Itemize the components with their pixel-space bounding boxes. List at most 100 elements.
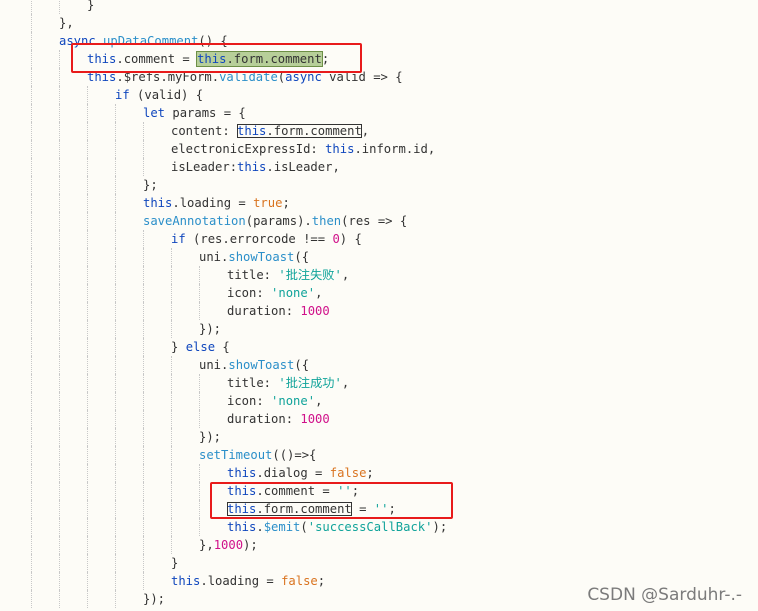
code-line[interactable]: this.$emit('successCallBack'); (0, 518, 758, 536)
indent-guide (31, 266, 32, 284)
code-line[interactable]: } (0, 554, 758, 572)
indent-guide (143, 500, 144, 518)
indent-guide (31, 248, 32, 266)
code-token: isLeader: (171, 160, 238, 174)
code-line[interactable]: title: '批注成功', (0, 374, 758, 392)
indent-guide (143, 518, 144, 536)
indent-guide (199, 302, 200, 320)
indent-guide (59, 392, 60, 410)
indent-guide (199, 482, 200, 500)
indent-guide (59, 572, 60, 590)
indent-guide (115, 500, 116, 518)
code-editor[interactable]: }}, async upDataComment() {this.comment =… (0, 0, 758, 611)
code-line[interactable]: electronicExpressId: this.inform.id, (0, 140, 758, 158)
code-token: ({ (294, 358, 310, 372)
indent-guide (31, 482, 32, 500)
indent-guide (31, 392, 32, 410)
indent-guide (87, 338, 88, 356)
indent-guide (171, 374, 172, 392)
code-token: , (315, 394, 323, 408)
code-line[interactable]: this.dialog = false; (0, 464, 758, 482)
line-tokens: uni.showToast({ (199, 248, 309, 266)
code-line[interactable]: }, (0, 14, 758, 32)
indent-guide (31, 230, 32, 248)
boxed-expression: this.form.comment (237, 124, 362, 138)
indent-guide (59, 356, 60, 374)
code-line[interactable]: title: '批注失败', (0, 266, 758, 284)
indent-guide (199, 374, 200, 392)
code-line[interactable]: duration: 1000 (0, 302, 758, 320)
indent-guide (31, 500, 32, 518)
line-tokens: }; (143, 176, 158, 194)
indent-guide (87, 410, 88, 428)
code-line[interactable]: let params = { (0, 104, 758, 122)
indent-guide (115, 428, 116, 446)
indent-guide (59, 104, 60, 122)
indent-guide (31, 464, 32, 482)
code-line[interactable]: icon: 'none', (0, 284, 758, 302)
code-line[interactable]: saveAnnotation(params).then(res => { (0, 212, 758, 230)
code-line[interactable]: uni.showToast({ (0, 248, 758, 266)
indent-guide (87, 140, 88, 158)
indent-guide (31, 536, 32, 554)
code-line[interactable]: if (res.errorcode !== 0) { (0, 230, 758, 248)
indent-guide (31, 140, 32, 158)
indent-guide (143, 122, 144, 140)
indent-guide (115, 356, 116, 374)
code-line[interactable]: }); (0, 428, 758, 446)
code-token: ); (243, 538, 258, 552)
indent-guide (171, 464, 172, 482)
indent-guide (171, 428, 172, 446)
indent-guide (87, 500, 88, 518)
indent-guide (87, 518, 88, 536)
code-line[interactable]: } else { (0, 338, 758, 356)
indent-guide (171, 518, 172, 536)
code-token: }); (199, 322, 222, 336)
watermark: CSDN @Sarduhr-.- (587, 585, 742, 605)
indent-guide (171, 266, 172, 284)
code-line[interactable]: this.loading = true; (0, 194, 758, 212)
indent-guide (171, 356, 172, 374)
indent-guide (115, 536, 116, 554)
indent-guide (59, 302, 60, 320)
code-token: false (329, 466, 367, 480)
indent-guide (87, 266, 88, 284)
code-line[interactable]: duration: 1000 (0, 410, 758, 428)
indent-guide (115, 248, 116, 266)
code-line[interactable]: icon: 'none', (0, 392, 758, 410)
code-line[interactable]: setTimeout(()=>{ (0, 446, 758, 464)
indent-guide (31, 284, 32, 302)
indent-guide (115, 140, 116, 158)
code-line[interactable]: isLeader:this.isLeader, (0, 158, 758, 176)
code-line[interactable]: if (valid) { (0, 86, 758, 104)
code-token: showToast (228, 250, 295, 264)
code-line[interactable]: },1000); (0, 536, 758, 554)
code-line[interactable]: } (0, 0, 758, 14)
indent-guide (171, 500, 172, 518)
indent-guide (115, 104, 116, 122)
line-tokens: }, (59, 14, 74, 32)
indent-guide (143, 266, 144, 284)
indent-guide (31, 14, 32, 32)
indent-guide (87, 374, 88, 392)
indent-guide (115, 374, 116, 392)
code-token: $emit (263, 520, 301, 534)
code-token: , (315, 286, 323, 300)
code-token: (()=>{ (272, 448, 317, 462)
indent-guide (143, 572, 144, 590)
line-tokens: duration: 1000 (227, 302, 330, 320)
indent-guide (31, 572, 32, 590)
code-line[interactable]: }); (0, 320, 758, 338)
indent-guide (199, 500, 200, 518)
code-line[interactable]: }; (0, 176, 758, 194)
code-token: (valid) { (137, 88, 204, 102)
code-line[interactable]: uni.showToast({ (0, 356, 758, 374)
indent-guide (31, 86, 32, 104)
code-line[interactable]: content: this.form.comment, (0, 122, 758, 140)
code-token: .form.comment (266, 124, 362, 138)
indent-guide (143, 392, 144, 410)
indent-guide (59, 518, 60, 536)
indent-guide (143, 230, 144, 248)
indent-guide (143, 410, 144, 428)
code-token: { (222, 340, 230, 354)
